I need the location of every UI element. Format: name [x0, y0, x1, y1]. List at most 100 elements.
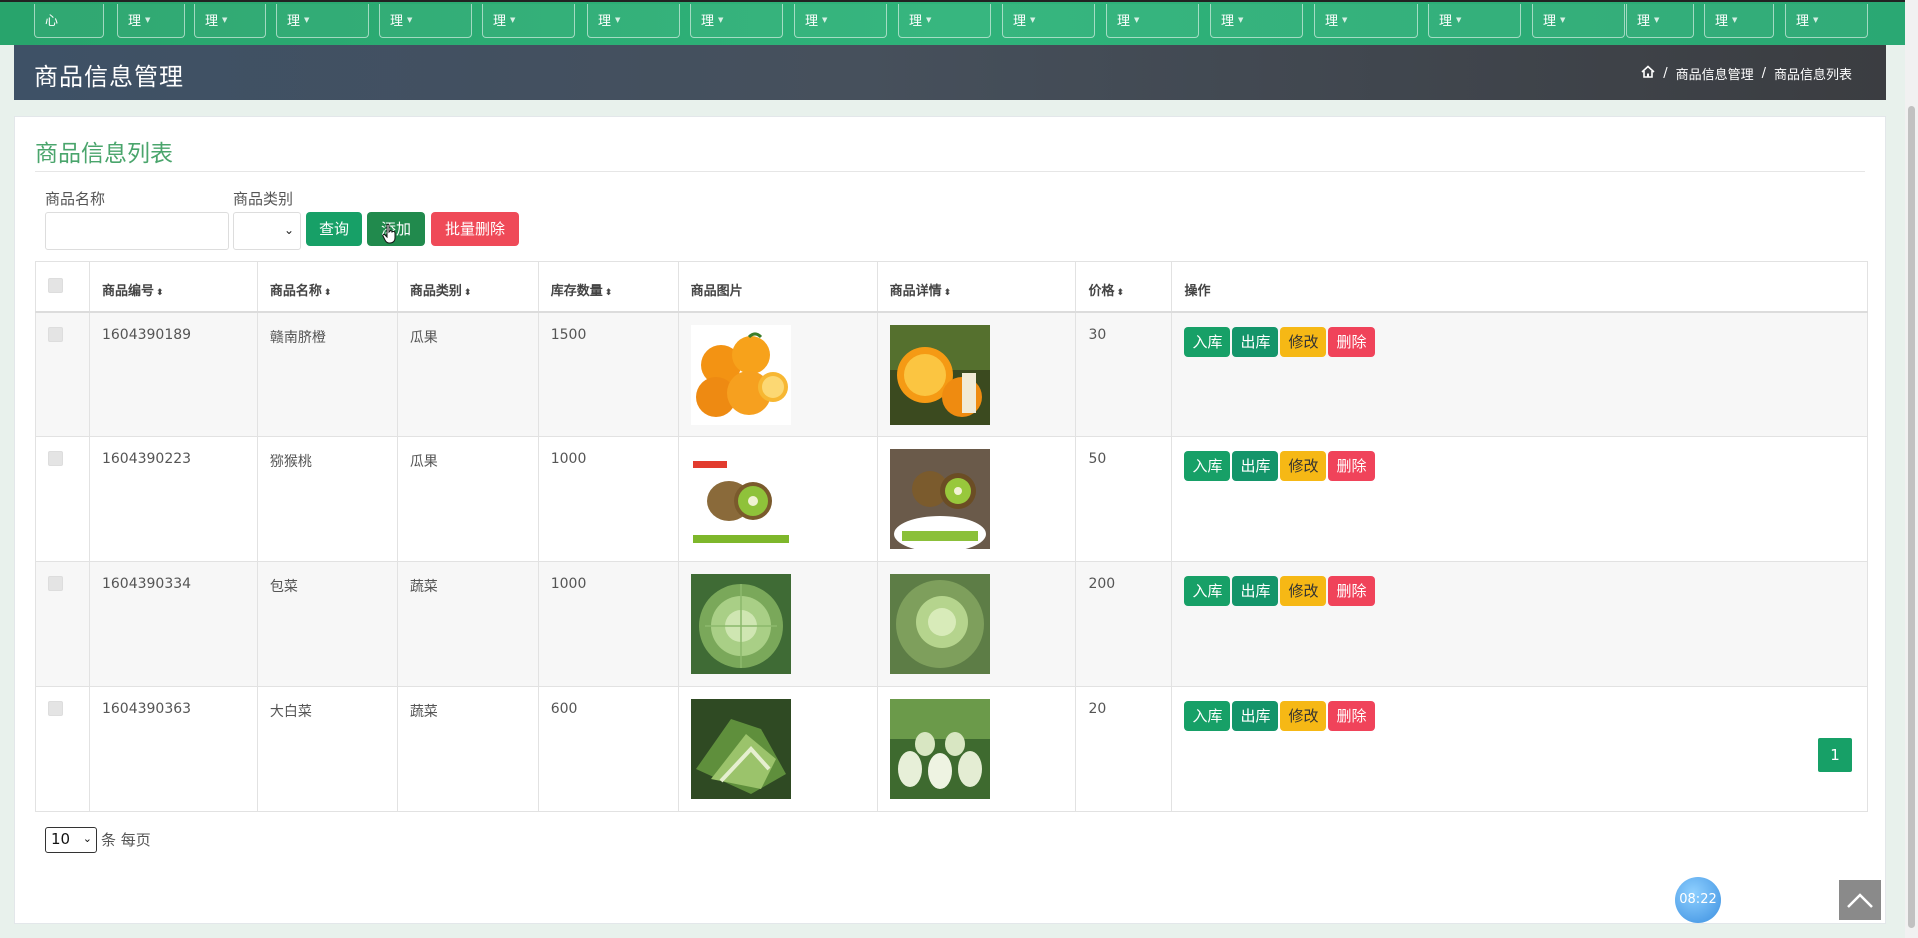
product-price: 50 — [1075, 436, 1173, 562]
caret-down-icon: ▼ — [1238, 16, 1244, 24]
caret-down-icon: ▼ — [718, 16, 724, 24]
chevron-up-icon — [1847, 893, 1873, 908]
nav-tab[interactable]: 理 ▼ — [276, 4, 369, 38]
nav-tab[interactable]: 理 ▼ — [898, 4, 991, 38]
stock-in-button[interactable]: 入库 — [1184, 701, 1231, 731]
product-price: 20 — [1075, 686, 1173, 812]
product-name: 大白菜 — [256, 686, 398, 812]
product-detail-image[interactable] — [889, 449, 990, 549]
nav-tab[interactable]: 理 ▼ — [690, 4, 783, 38]
caret-down-icon: ▼ — [510, 16, 516, 24]
nav-tab[interactable]: 理 ▼ — [1785, 4, 1868, 38]
row-checkbox[interactable] — [48, 701, 63, 716]
nav-tab[interactable]: 理 ▼ — [587, 4, 680, 38]
nav-tab[interactable]: 理 ▼ — [1532, 4, 1625, 38]
mouse-cursor-icon — [382, 224, 396, 244]
column-header[interactable]: 商品编号 ⬍ — [88, 261, 258, 313]
product-stock: 1500 — [537, 311, 679, 437]
row-checkbox[interactable] — [48, 326, 63, 342]
edit-button[interactable]: 修改 — [1280, 451, 1327, 481]
content-panel: 商品信息列表 商品名称 商品类别 ⌄ 查询 添加 批量删除 商品编号 ⬍ 商品名称… — [14, 116, 1886, 924]
product-detail-image[interactable] — [889, 324, 990, 425]
page-scrollbar[interactable] — [1905, 0, 1918, 938]
column-header: 操作 — [1171, 261, 1868, 313]
stock-out-button[interactable]: 出库 — [1232, 326, 1279, 357]
product-name-input[interactable] — [45, 212, 229, 250]
stock-in-button[interactable]: 入库 — [1184, 451, 1231, 481]
query-button[interactable]: 查询 — [306, 212, 362, 246]
edit-button[interactable]: 修改 — [1280, 326, 1327, 357]
column-header[interactable]: 库存数量 ⬍ — [537, 261, 679, 313]
nav-tab[interactable]: 理 ▼ — [1626, 4, 1694, 38]
stock-out-button[interactable]: 出库 — [1232, 576, 1279, 606]
nav-tab[interactable]: 理 ▼ — [379, 4, 472, 38]
caret-down-icon: ▼ — [926, 16, 932, 24]
row-actions: 入库 出库 修改 删除 — [1184, 701, 1855, 731]
product-name: 包菜 — [256, 561, 398, 687]
caret-down-icon: ▼ — [222, 16, 228, 24]
product-name: 猕猴桃 — [256, 436, 398, 562]
caret-down-icon: ▼ — [822, 16, 828, 24]
stock-in-button[interactable]: 入库 — [1184, 326, 1231, 357]
caret-down-icon: ▼ — [1030, 16, 1036, 24]
nav-tab[interactable]: 理 ▼ — [117, 4, 185, 38]
column-header[interactable]: 商品类别 ⬍ — [396, 261, 539, 313]
product-stock: 600 — [537, 686, 679, 812]
delete-button[interactable]: 删除 — [1328, 326, 1375, 357]
product-id: 1604390363 — [88, 686, 258, 812]
edit-button[interactable]: 修改 — [1280, 701, 1327, 731]
nav-tab[interactable]: 理 ▼ — [794, 4, 887, 38]
row-checkbox[interactable] — [48, 576, 63, 591]
product-category: 蔬菜 — [396, 561, 539, 687]
table-row: 1604390363 大白菜 蔬菜 600 20 入库 出库 修改 删除 — [35, 686, 1868, 812]
stock-in-button[interactable]: 入库 — [1184, 576, 1231, 606]
category-select[interactable]: ⌄ — [233, 212, 301, 250]
breadcrumb-item[interactable]: 商品信息管理 — [1676, 64, 1754, 83]
table-row: 1604390334 包菜 蔬菜 1000 200 入库 出库 修改 删除 — [35, 561, 1868, 687]
panel-title: 商品信息列表 — [35, 141, 173, 167]
product-detail-image[interactable] — [889, 574, 990, 674]
delete-button[interactable]: 删除 — [1328, 701, 1375, 731]
home-icon[interactable] — [1641, 65, 1655, 82]
bulk-delete-button[interactable]: 批量删除 — [431, 212, 519, 246]
row-actions: 入库 出库 修改 删除 — [1184, 576, 1855, 606]
column-header[interactable]: 商品详情 ⬍ — [876, 261, 1077, 313]
nav-tab[interactable]: 心 — [34, 4, 104, 38]
stock-out-button[interactable]: 出库 — [1232, 701, 1279, 731]
nav-tab[interactable]: 理 ▼ — [1210, 4, 1303, 38]
product-name: 赣南脐橙 — [256, 311, 398, 437]
nav-tab[interactable]: 理 ▼ — [1002, 4, 1095, 38]
row-checkbox[interactable] — [48, 451, 63, 466]
nav-tab[interactable]: 理 ▼ — [482, 4, 575, 38]
back-to-top-button[interactable] — [1839, 880, 1881, 920]
column-header[interactable]: 商品名称 ⬍ — [256, 261, 398, 313]
nav-tab[interactable]: 理 ▼ — [1704, 4, 1774, 38]
product-image[interactable] — [690, 324, 791, 425]
product-detail-image[interactable] — [889, 699, 990, 799]
scrollbar-thumb[interactable] — [1908, 106, 1915, 928]
delete-button[interactable]: 删除 — [1328, 451, 1375, 481]
chevron-down-icon: ⌄ — [283, 223, 294, 237]
nav-tab[interactable]: 理 ▼ — [1106, 4, 1199, 38]
nav-tab[interactable]: 理 ▼ — [1314, 4, 1418, 38]
product-image[interactable] — [690, 574, 791, 674]
sort-icon: ⬍ — [604, 288, 613, 298]
product-id: 1604390334 — [88, 561, 258, 687]
pagination-page[interactable]: 1 — [1818, 738, 1852, 772]
page-size-select[interactable]: 10 ⌄ — [45, 827, 97, 853]
clock-widget[interactable]: 08:22 — [1675, 877, 1721, 923]
product-table: 商品编号 ⬍ 商品名称 ⬍ 商品类别 ⬍ 库存数量 ⬍ 商品图片 商品详情 ⬍ 价格 ⬍ 操… — [35, 261, 1868, 812]
caret-down-icon: ▼ — [615, 16, 621, 24]
add-button[interactable]: 添加 — [367, 212, 425, 246]
sort-icon: ⬍ — [1116, 288, 1125, 298]
edit-button[interactable]: 修改 — [1280, 576, 1327, 606]
stock-out-button[interactable]: 出库 — [1232, 451, 1279, 481]
column-header[interactable]: 价格 ⬍ — [1075, 261, 1173, 313]
nav-tab[interactable]: 理 ▼ — [194, 4, 266, 38]
delete-button[interactable]: 删除 — [1328, 576, 1375, 606]
table-header-row: 商品编号 ⬍ 商品名称 ⬍ 商品类别 ⬍ 库存数量 ⬍ 商品图片 商品详情 ⬍ 价格 ⬍ 操… — [35, 261, 1868, 313]
product-image[interactable] — [690, 699, 791, 799]
select-all-checkbox[interactable] — [48, 278, 63, 293]
nav-tab[interactable]: 理 ▼ — [1428, 4, 1521, 38]
product-image[interactable] — [690, 449, 791, 549]
